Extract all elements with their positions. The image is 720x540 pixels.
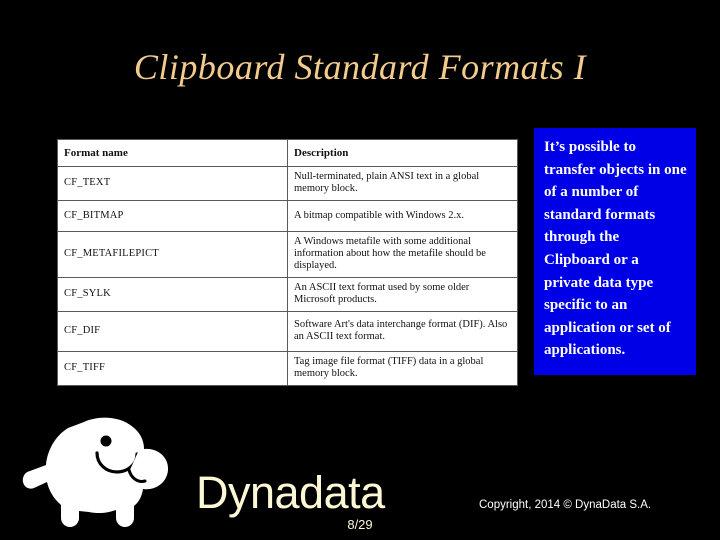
table-row: CF_BITMAP A bitmap compatible with Windo… [57,200,518,232]
cell-description: A bitmap compatible with Windows 2.x. [287,200,518,232]
copyright-notice: Copyright, 2014 © DynaData S.A. [479,499,652,511]
cell-format-name: CF_DIF [57,311,288,352]
column-header-description: Description [287,139,518,167]
table-row: CF_SYLK An ASCII text format used by som… [57,277,518,312]
clipboard-formats-table: Format name Description CF_TEXT Null-ter… [57,139,518,386]
cell-format-name: CF_SYLK [57,277,288,312]
table-row: CF_DIF Software Art's data interchange f… [57,311,518,352]
table-row: CF_TIFF Tag image file format (TIFF) dat… [57,351,518,386]
cell-description: An ASCII text format used by some older … [287,277,518,312]
presentation-slide: Clipboard Standard Formats I Format name… [0,0,720,540]
callout-text: It’s possible to transfer objects in one… [544,139,687,359]
cell-description: Tag image file format (TIFF) data in a g… [287,351,518,386]
brand-wordmark: Dynadata [196,467,385,518]
cell-description: Null-terminated, plain ANSI text in a gl… [287,166,518,201]
cell-description: A Windows metafile with some additional … [287,231,518,278]
table-row: CF_METAFILEPICT A Windows metafile with … [57,231,518,278]
table-header-row: Format name Description [57,139,518,167]
cell-format-name: CF_METAFILEPICT [57,231,288,278]
cell-format-name: CF_TEXT [57,166,288,201]
manatee-logo-icon [22,406,182,530]
cell-description: Software Art's data interchange format (… [287,311,518,352]
page-number: 8/29 [347,517,373,532]
callout-box: It’s possible to transfer objects in one… [534,128,696,375]
page-title: Clipboard Standard Formats I [133,47,587,87]
cell-format-name: CF_BITMAP [57,200,288,232]
table-row: CF_TEXT Null-terminated, plain ANSI text… [57,166,518,201]
column-header-format-name: Format name [57,139,288,167]
cell-format-name: CF_TIFF [57,351,288,386]
